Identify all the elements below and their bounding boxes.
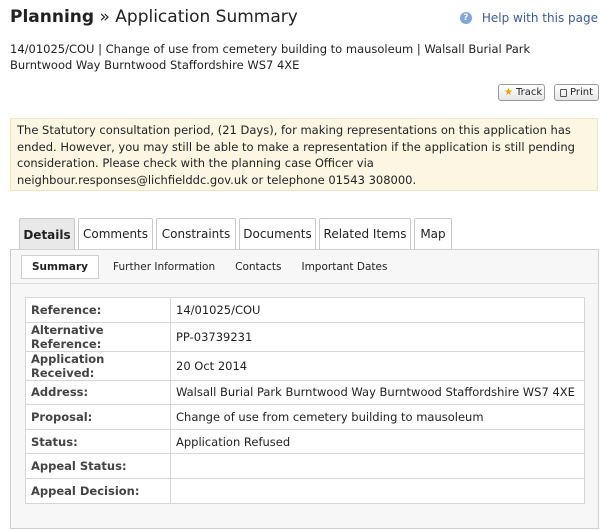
page-title-section: Planning bbox=[10, 7, 95, 27]
application-received-value: 20 Oct 2014 bbox=[170, 350, 585, 381]
details-panel: Summary Further Information Contacts Imp… bbox=[10, 249, 599, 529]
appeal-decision-label: Appeal Decision: bbox=[25, 477, 171, 504]
track-button[interactable]: ★ Track bbox=[498, 84, 545, 101]
help-link-label: Help with this page bbox=[481, 11, 598, 25]
printer-icon bbox=[560, 88, 567, 97]
page-title-rest: » Application Summary bbox=[94, 7, 298, 27]
sub-tabs: Summary Further Information Contacts Imp… bbox=[21, 255, 397, 279]
reference-value: 14/01025/COU bbox=[170, 297, 585, 323]
appeal-decision-value bbox=[170, 477, 585, 504]
table-row: Status: Application Refused bbox=[25, 428, 585, 455]
table-row: Proposal: Change of use from cemetery bu… bbox=[25, 404, 585, 430]
proposal-label: Proposal: bbox=[25, 404, 171, 430]
appeal-status-value bbox=[170, 453, 585, 479]
status-value: Application Refused bbox=[170, 428, 585, 455]
subtab-important-dates[interactable]: Important Dates bbox=[291, 256, 397, 278]
table-row: Address: Walsall Burial Park Burntwood W… bbox=[25, 379, 585, 406]
print-button-label: Print bbox=[569, 87, 593, 98]
table-row: Appeal Decision: bbox=[25, 477, 585, 504]
help-link[interactable]: ? Help with this page bbox=[459, 11, 598, 25]
consultation-notice: The Statutory consultation period, (21 D… bbox=[10, 118, 598, 191]
print-button[interactable]: Print bbox=[554, 84, 599, 101]
question-icon: ? bbox=[459, 12, 472, 24]
alternative-reference-label: Alternative Reference: bbox=[25, 321, 171, 352]
page-title: Planning » Application Summary bbox=[10, 7, 298, 27]
application-summary-line: 14/01025/COU | Change of use from cemete… bbox=[10, 42, 531, 72]
proposal-value: Change of use from cemetery building to … bbox=[170, 404, 585, 430]
details-table: Reference: 14/01025/COU Alternative Refe… bbox=[25, 297, 585, 504]
appeal-status-label: Appeal Status: bbox=[25, 453, 171, 479]
tab-constraints[interactable]: Constraints bbox=[156, 218, 236, 249]
tab-details[interactable]: Details bbox=[19, 218, 75, 250]
status-label: Status: bbox=[25, 428, 171, 455]
address-value: Walsall Burial Park Burntwood Way Burntw… bbox=[170, 379, 585, 406]
star-icon: ★ bbox=[504, 87, 513, 98]
table-row: Appeal Status: bbox=[25, 453, 585, 479]
subtab-summary[interactable]: Summary bbox=[21, 255, 100, 279]
table-row: Alternative Reference: PP-03739231 bbox=[25, 321, 585, 352]
tab-map[interactable]: Map bbox=[414, 218, 452, 249]
main-tabs: Details Comments Constraints Documents R… bbox=[19, 218, 455, 250]
application-received-label: Application Received: bbox=[25, 350, 171, 381]
table-row: Application Received: 20 Oct 2014 bbox=[25, 350, 585, 381]
subtab-contacts[interactable]: Contacts bbox=[225, 256, 291, 278]
address-label: Address: bbox=[25, 379, 171, 406]
subtab-further-information[interactable]: Further Information bbox=[103, 256, 225, 278]
reference-label: Reference: bbox=[25, 297, 171, 323]
subtab-divider bbox=[11, 283, 598, 284]
table-row: Reference: 14/01025/COU bbox=[25, 297, 585, 323]
tab-comments[interactable]: Comments bbox=[78, 218, 153, 249]
tab-documents[interactable]: Documents bbox=[239, 218, 316, 249]
alternative-reference-value: PP-03739231 bbox=[170, 321, 585, 352]
tab-related-items[interactable]: Related Items bbox=[319, 218, 411, 249]
track-button-label: Track bbox=[515, 87, 543, 98]
